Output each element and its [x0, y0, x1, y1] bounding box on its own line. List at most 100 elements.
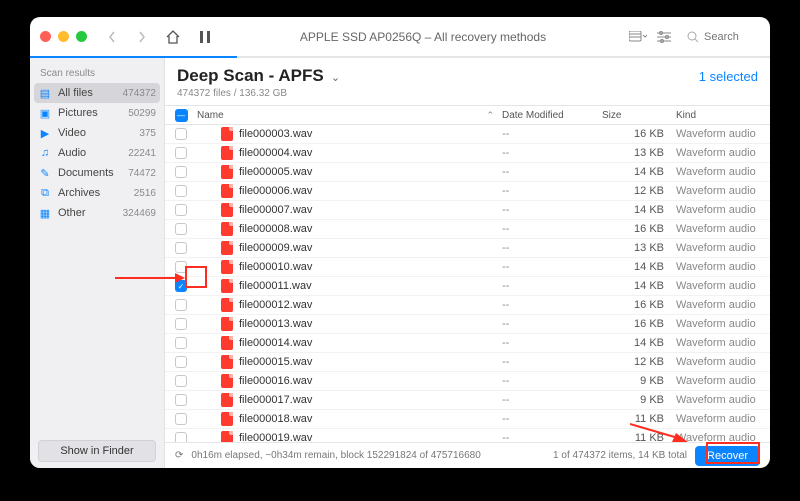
file-icon [221, 279, 233, 293]
row-checkbox[interactable] [175, 204, 187, 216]
file-icon [221, 222, 233, 236]
sidebar-item-audio[interactable]: ♫ Audio 22241 [30, 143, 164, 163]
file-name: file000005.wav [239, 166, 312, 178]
table-row[interactable]: file000012.wav -- 16 KB Waveform audio [165, 296, 770, 315]
table-row[interactable]: file000008.wav -- 16 KB Waveform audio [165, 220, 770, 239]
search-box[interactable] [681, 28, 760, 46]
view-mode-button[interactable] [629, 31, 647, 43]
file-size: 16 KB [602, 223, 672, 235]
table-row[interactable]: file000017.wav -- 9 KB Waveform audio [165, 391, 770, 410]
sidebar-item-documents[interactable]: ✎ Documents 74472 [30, 163, 164, 183]
archives-icon: ⧉ [38, 186, 52, 200]
sidebar-item-count: 22241 [128, 148, 156, 159]
row-checkbox[interactable] [175, 394, 187, 406]
chevron-down-icon[interactable]: ⌄ [331, 72, 340, 84]
table-row[interactable]: file000004.wav -- 13 KB Waveform audio [165, 144, 770, 163]
row-checkbox[interactable] [175, 356, 187, 368]
table-row[interactable]: file000018.wav -- 11 KB Waveform audio [165, 410, 770, 429]
row-checkbox[interactable] [175, 242, 187, 254]
sidebar-item-count: 50299 [128, 108, 156, 119]
sidebar: Scan results ▤ All files 474372▣ Picture… [30, 58, 165, 468]
close-window-icon[interactable] [40, 31, 51, 42]
row-checkbox[interactable] [175, 318, 187, 330]
table-row[interactable]: file000016.wav -- 9 KB Waveform audio [165, 372, 770, 391]
file-icon [221, 336, 233, 350]
main-header: Deep Scan - APFS ⌄ 474372 files / 136.32… [165, 58, 770, 105]
row-checkbox[interactable] [175, 147, 187, 159]
table-row[interactable]: file000010.wav -- 14 KB Waveform audio [165, 258, 770, 277]
file-date: -- [502, 166, 602, 178]
file-name: file000016.wav [239, 375, 312, 387]
file-size: 14 KB [602, 280, 672, 292]
file-size: 14 KB [602, 204, 672, 216]
row-checkbox[interactable]: ✓ [175, 280, 187, 292]
table-row[interactable]: file000009.wav -- 13 KB Waveform audio [165, 239, 770, 258]
zoom-window-icon[interactable] [76, 31, 87, 42]
file-icon [221, 260, 233, 274]
window-controls [40, 31, 87, 42]
row-checkbox[interactable] [175, 432, 187, 442]
table-row[interactable]: file000014.wav -- 14 KB Waveform audio [165, 334, 770, 353]
file-size: 11 KB [602, 432, 672, 442]
col-name-header[interactable]: Name [197, 110, 224, 121]
status-bar: ⟳ 0h16m elapsed, ~0h34m remain, block 15… [165, 442, 770, 468]
row-checkbox[interactable] [175, 413, 187, 425]
sidebar-item-pictures[interactable]: ▣ Pictures 50299 [30, 103, 164, 123]
toolbar-right [629, 28, 760, 46]
file-size: 12 KB [602, 356, 672, 368]
select-all-checkbox[interactable]: — [165, 109, 197, 122]
video-icon: ▶ [38, 126, 52, 140]
file-size: 14 KB [602, 166, 672, 178]
back-button[interactable] [101, 27, 123, 47]
filter-button[interactable] [657, 31, 671, 43]
col-size-header[interactable]: Size [602, 110, 672, 121]
sidebar-item-video[interactable]: ▶ Video 375 [30, 123, 164, 143]
main-panel: Deep Scan - APFS ⌄ 474372 files / 136.32… [165, 58, 770, 468]
file-date: -- [502, 185, 602, 197]
row-checkbox[interactable] [175, 223, 187, 235]
col-date-header[interactable]: Date Modified [502, 110, 602, 121]
search-input[interactable] [704, 31, 754, 43]
file-date: -- [502, 204, 602, 216]
forward-button[interactable] [131, 27, 153, 47]
file-name: file000018.wav [239, 413, 312, 425]
sidebar-item-other[interactable]: ▦ Other 324469 [30, 203, 164, 223]
row-checkbox[interactable] [175, 166, 187, 178]
pause-button[interactable] [193, 26, 217, 48]
sidebar-item-count: 375 [139, 128, 156, 139]
row-checkbox[interactable] [175, 261, 187, 273]
sort-caret-icon: ⌃ [486, 110, 494, 121]
spinner-icon: ⟳ [175, 450, 183, 461]
app-window: APPLE SSD AP0256Q – All recovery methods… [30, 17, 770, 468]
file-date: -- [502, 318, 602, 330]
row-checkbox[interactable] [175, 337, 187, 349]
row-checkbox[interactable] [175, 128, 187, 140]
file-date: -- [502, 280, 602, 292]
file-name: file000012.wav [239, 299, 312, 311]
table-row[interactable]: file000019.wav -- 11 KB Waveform audio [165, 429, 770, 442]
table-row[interactable]: file000007.wav -- 14 KB Waveform audio [165, 201, 770, 220]
file-icon [221, 393, 233, 407]
col-kind-header[interactable]: Kind [672, 110, 770, 121]
row-checkbox[interactable] [175, 185, 187, 197]
row-checkbox[interactable] [175, 375, 187, 387]
show-in-finder-button[interactable]: Show in Finder [38, 440, 156, 462]
table-row[interactable]: ✓ file000011.wav -- 14 KB Waveform audio [165, 277, 770, 296]
recover-button[interactable]: Recover [695, 446, 760, 466]
table-row[interactable]: file000015.wav -- 12 KB Waveform audio [165, 353, 770, 372]
table-row[interactable]: file000006.wav -- 12 KB Waveform audio [165, 182, 770, 201]
file-name: file000003.wav [239, 128, 312, 140]
file-kind: Waveform audio [672, 223, 770, 235]
file-size: 9 KB [602, 375, 672, 387]
row-checkbox[interactable] [175, 299, 187, 311]
table-row[interactable]: file000005.wav -- 14 KB Waveform audio [165, 163, 770, 182]
minimize-window-icon[interactable] [58, 31, 69, 42]
sidebar-item-all-files[interactable]: ▤ All files 474372 [34, 83, 160, 103]
home-button[interactable] [161, 26, 185, 48]
table-row[interactable]: file000003.wav -- 16 KB Waveform audio [165, 125, 770, 144]
device-name: APPLE SSD AP0256Q [300, 30, 421, 44]
file-icon [221, 374, 233, 388]
table-row[interactable]: file000013.wav -- 16 KB Waveform audio [165, 315, 770, 334]
file-kind: Waveform audio [672, 337, 770, 349]
sidebar-item-archives[interactable]: ⧉ Archives 2516 [30, 183, 164, 203]
